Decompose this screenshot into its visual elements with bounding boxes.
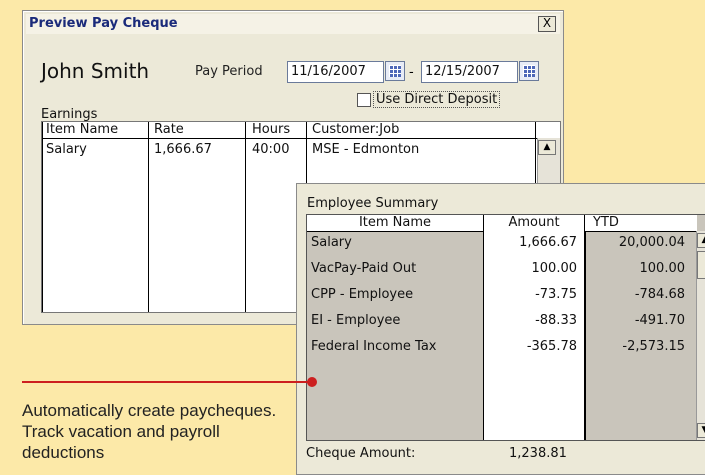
earnings-label: Earnings [41,107,98,122]
employee-summary-panel: Employee Summary Item Name Amount YTD Sa… [296,183,705,475]
summary-amount: 100.00 [531,261,578,276]
pay-period-separator: - [409,65,414,80]
divider [42,122,43,312]
pay-period-end-input[interactable]: 12/15/2007 [421,61,518,83]
summary-ytd: 100.00 [639,261,686,276]
summary-scrollbar[interactable]: ▲ ▼ [696,231,705,440]
summary-item: CPP - Employee [311,287,414,302]
cheque-amount-value: 1,238.81 [509,446,567,461]
divider [306,440,705,441]
table-cell[interactable]: 40:00 [252,142,289,157]
callout-dot [307,377,317,387]
callout-line [22,381,312,383]
table-cell[interactable]: MSE - Edmonton [312,142,419,157]
summary-amount: 1,666.67 [519,235,577,250]
summary-ytd: 20,000.04 [618,235,685,250]
col-amount: Amount [484,215,584,231]
employee-name: John Smith [41,59,150,83]
divider [42,138,560,139]
calendar-icon[interactable] [519,61,539,81]
summary-amount: -88.33 [535,313,577,328]
scroll-down-icon[interactable]: ▼ [697,423,705,438]
col-customer-job: Customer:Job [312,122,400,137]
cheque-amount-label: Cheque Amount: [306,446,416,461]
summary-ytd: -2,573.15 [622,339,685,354]
col-hours: Hours [252,122,291,137]
table-cell[interactable]: 1,666.67 [154,142,212,157]
summary-ytd: -491.70 [634,313,685,328]
summary-amount: -365.78 [526,339,577,354]
pay-period-label: Pay Period [195,64,263,79]
title-bar: Preview Pay Cheque X [26,14,560,34]
divider [148,122,149,312]
col-item-name: Item Name [307,215,483,231]
employee-summary-table: Item Name Amount YTD Salary 1,666.67 20,… [306,214,705,441]
scroll-up-icon[interactable]: ▲ [697,233,705,248]
scroll-up-icon[interactable]: ▲ [538,140,556,155]
divider [584,215,585,440]
window-title: Preview Pay Cheque [29,16,178,31]
direct-deposit-label: Use Direct Deposit [373,91,501,108]
close-button[interactable]: X [538,16,556,32]
col-ytd: YTD [585,215,697,231]
pay-period-start-input[interactable]: 11/16/2007 [287,61,384,83]
scroll-thumb[interactable] [697,251,705,279]
summary-ytd: -784.68 [634,287,685,302]
summary-item: Salary [311,235,352,250]
direct-deposit-checkbox[interactable] [357,93,371,107]
col-rate: Rate [154,122,184,137]
summary-item: EI - Employee [311,313,401,328]
calendar-icon[interactable] [385,61,405,81]
summary-amount: -73.75 [535,287,577,302]
table-cell[interactable]: Salary [46,142,87,157]
employee-summary-title: Employee Summary [307,196,439,211]
divider [483,215,484,440]
divider [245,122,246,312]
summary-item: Federal Income Tax [311,339,437,354]
summary-item: VacPay-Paid Out [311,261,417,276]
feature-caption: Automatically create paycheques. Track v… [22,401,277,462]
col-item-name: Item Name [46,122,119,137]
